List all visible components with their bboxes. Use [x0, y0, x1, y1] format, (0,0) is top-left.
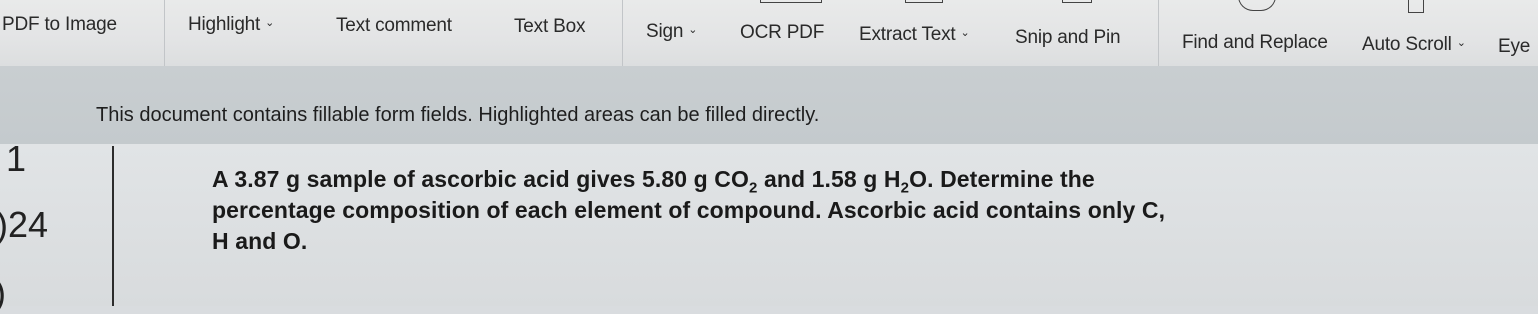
toolbar-separator [164, 0, 165, 66]
chevron-down-icon: ⌄ [960, 27, 970, 40]
margin-number-3: ) [0, 272, 6, 314]
infobar-message: This document contains fillable form fie… [96, 104, 820, 126]
ocr-pdf-label: OCR PDF [740, 22, 825, 43]
question-line-2: percentage composition of each element o… [212, 197, 1166, 223]
pdf-to-image-label: PDF to Image [2, 14, 117, 35]
tool-icon-2 [905, 0, 943, 3]
question-line-1a: A 3.87 g sample of ascorbic acid gives 5… [212, 166, 750, 192]
text-box-label: Text Box [514, 16, 586, 37]
question-line-1c: O. Determine the [909, 166, 1095, 192]
toolbar: PDF to Image Highlight ⌄ Text comment Tex… [0, 0, 1538, 67]
toolbar-separator [622, 0, 623, 66]
ocr-pdf-button[interactable]: OCR PDF [740, 22, 824, 44]
tool-icon-3 [1062, 0, 1092, 3]
magnifier-icon [1238, 0, 1276, 11]
margin-number-1: 1 [6, 138, 27, 179]
margin-divider [112, 146, 114, 306]
eye-button[interactable]: Eye [1498, 36, 1530, 58]
text-comment-label: Text comment [336, 15, 452, 36]
margin-number-2: )24 [0, 204, 49, 245]
chevron-down-icon: ⌄ [265, 17, 275, 30]
toolbar-separator [1158, 0, 1159, 66]
extract-text-label: Extract Text [859, 24, 956, 45]
question-line-1: A 3.87 g sample of ascorbic acid gives 5… [212, 164, 1352, 196]
highlight-dropdown[interactable]: Highlight ⌄ [188, 14, 274, 36]
sign-dropdown[interactable]: Sign ⌄ [646, 21, 697, 43]
question-text: A 3.87 g sample of ascorbic acid gives 5… [212, 164, 1352, 257]
chevron-down-icon: ⌄ [688, 24, 698, 37]
text-comment-button[interactable]: Text comment [336, 15, 452, 37]
auto-scroll-label: Auto Scroll [1362, 34, 1452, 55]
text-box-button[interactable]: Text Box [514, 16, 585, 38]
chevron-down-icon: ⌄ [1456, 37, 1466, 50]
find-and-replace-button[interactable]: Find and Replace [1182, 32, 1328, 54]
eye-label: Eye [1498, 36, 1531, 57]
snip-and-pin-label: Snip and Pin [1015, 27, 1121, 48]
question-line-1b: and 1.58 g H [757, 166, 901, 192]
snip-and-pin-button[interactable]: Snip and Pin [1015, 27, 1121, 49]
tool-icon-4 [1408, 0, 1424, 13]
question-line-3: H and O. [212, 228, 308, 254]
find-and-replace-label: Find and Replace [1182, 32, 1328, 53]
auto-scroll-dropdown[interactable]: Auto Scroll ⌄ [1362, 34, 1466, 56]
pdf-to-image-button[interactable]: PDF to Image [2, 14, 117, 36]
tool-icon-1 [760, 0, 822, 3]
extract-text-dropdown[interactable]: Extract Text ⌄ [859, 24, 970, 46]
highlight-label: Highlight [188, 14, 261, 35]
sign-label: Sign [646, 21, 684, 42]
